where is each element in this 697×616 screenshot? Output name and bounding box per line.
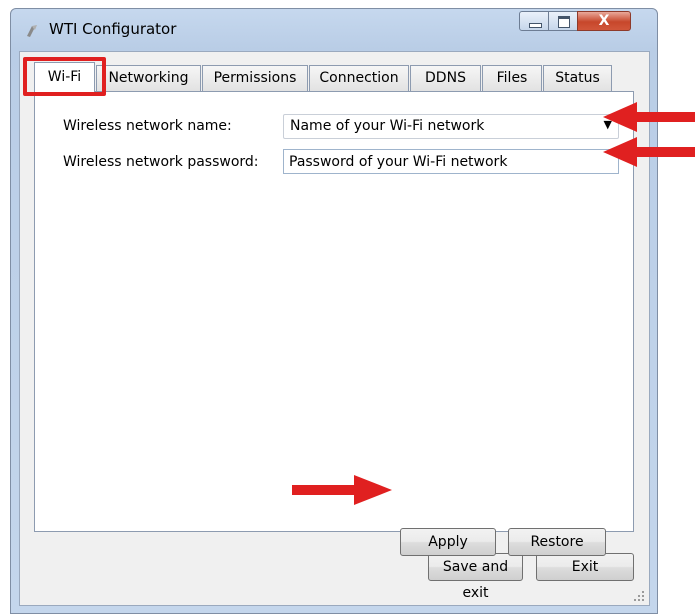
- app-icon: [27, 25, 37, 37]
- tab-permissions[interactable]: Permissions: [202, 65, 308, 91]
- tab-connection[interactable]: Connection: [309, 65, 409, 91]
- tab-files[interactable]: Files: [482, 65, 542, 91]
- apply-button[interactable]: Apply: [400, 528, 496, 556]
- wifi-tab-highlight-box: [23, 57, 106, 96]
- wireless-password-input[interactable]: [284, 150, 618, 173]
- window-title: WTI Configurator: [49, 20, 177, 38]
- tab-status[interactable]: Status: [543, 65, 612, 91]
- tab-ddns[interactable]: DDNS: [410, 65, 481, 91]
- wireless-password-field[interactable]: [283, 149, 619, 174]
- resize-grip-icon[interactable]: [633, 590, 645, 602]
- wireless-name-dropdown[interactable]: Name of your Wi-Fi network ▼: [283, 114, 619, 139]
- app-window: WTI Configurator X Wi-Fi Networking Perm…: [10, 8, 658, 614]
- arrow-left-icon: [603, 137, 695, 167]
- tab-networking[interactable]: Networking: [96, 65, 201, 91]
- wireless-password-label: Wireless network password:: [63, 154, 259, 170]
- save-and-exit-button[interactable]: Save and exit: [428, 553, 523, 601]
- close-button[interactable]: X: [577, 11, 631, 31]
- wifi-tab-panel: Wireless network name: Name of your Wi-F…: [34, 91, 634, 556]
- wireless-name-label: Wireless network name:: [63, 118, 232, 134]
- dialog-body: Wi-Fi Networking Permissions Connection …: [19, 51, 650, 606]
- arrow-left-icon: [603, 102, 695, 132]
- maximize-icon: [558, 16, 570, 28]
- restore-button[interactable]: Restore: [508, 528, 606, 556]
- close-icon: X: [598, 13, 610, 29]
- minimize-icon: [529, 23, 542, 28]
- exit-button[interactable]: Exit: [536, 553, 634, 581]
- arrow-right-icon: [292, 475, 392, 505]
- minimize-button[interactable]: [519, 11, 549, 31]
- maximize-button[interactable]: [548, 11, 578, 31]
- title-bar: WTI Configurator X: [11, 9, 657, 51]
- wireless-name-value: Name of your Wi-Fi network: [290, 118, 485, 134]
